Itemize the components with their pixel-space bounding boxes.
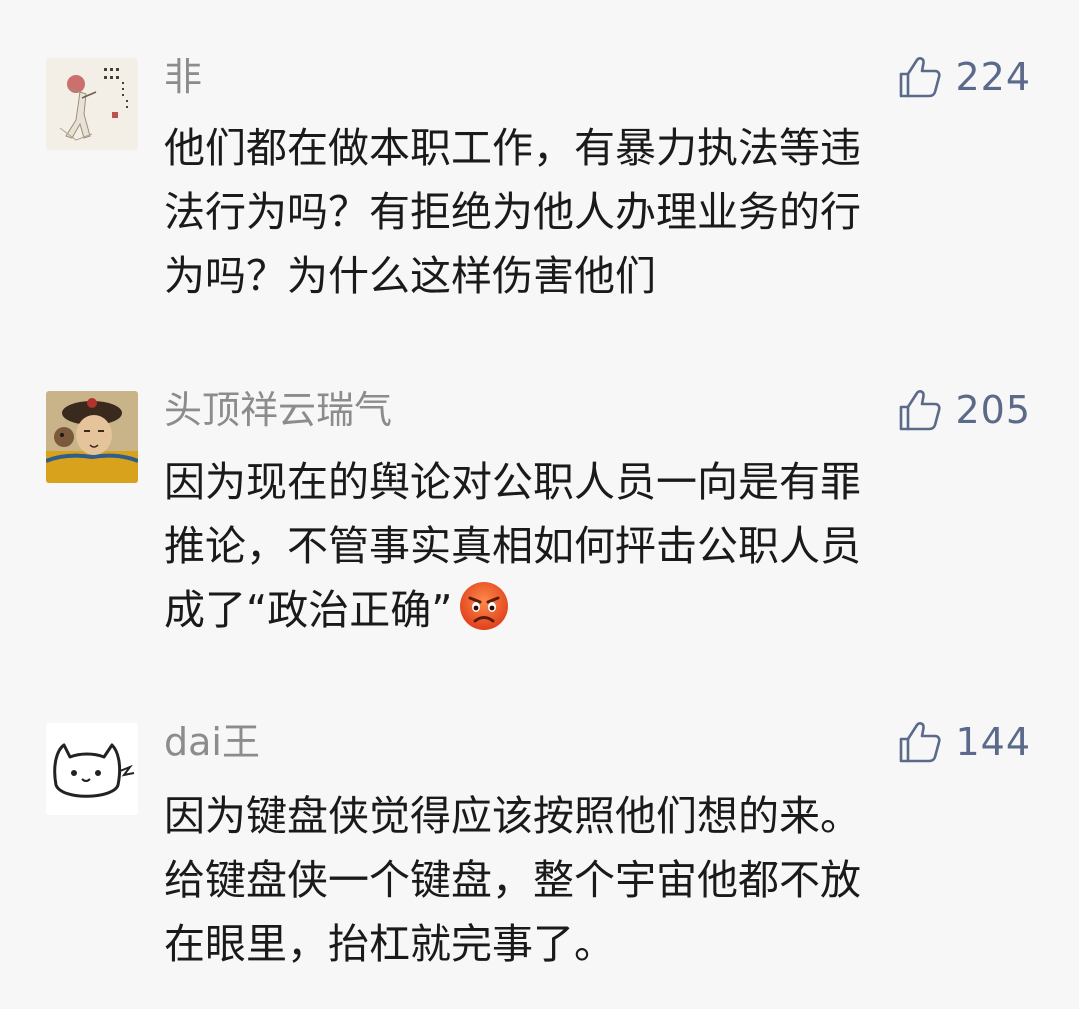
comment-text: 因为键盘侠觉得应该按照他们想的来。 给键盘侠一个键盘，整个宇宙他都不放 在眼里，… [164,784,1004,976]
comment-text: 因为现在的舆论对公职人员一向是有罪 推论，不管事实真相如何抨击公职人员 成了“政… [164,450,1004,642]
avatar[interactable] [46,58,138,150]
angry-face-icon [460,582,509,630]
avatar[interactable] [46,723,138,815]
thumbs-up-icon [900,722,942,763]
comment-line: 法行为吗？有拒绝为他人办理业务的行 [164,188,861,236]
thumbs-up-icon [900,390,942,431]
thumbs-up-icon [900,57,942,98]
cat-avatar-image [46,723,138,815]
comment-line: 因为键盘侠觉得应该按照他们想的来。 [164,792,861,840]
comment-line: 成了“政治正确” [164,578,1004,642]
like-button[interactable]: 144 [897,719,1031,765]
comment-line: 给键盘侠一个键盘，整个宇宙他都不放 [164,856,861,904]
comment-line: 为吗？为什么这样伤害他们 [164,252,656,300]
comment-text: 他们都在做本职工作，有暴力执法等违 法行为吗？有拒绝为他人办理业务的行 为吗？为… [164,116,1004,308]
comment-line: 在眼里，抬杠就完事了。 [164,920,615,968]
like-count: 224 [955,55,1031,99]
comment-author[interactable]: 非 [164,54,202,100]
comment-author[interactable]: dai王 [164,719,260,765]
avatar[interactable] [46,391,138,483]
like-button[interactable]: 205 [897,387,1031,433]
calligraphy-figure-avatar-image [46,58,138,150]
comment-line-text: 成了“政治正确” [164,586,453,634]
comment-line: 他们都在做本职工作，有暴力执法等违 [164,124,861,172]
comment-author[interactable]: 头顶祥云瑞气 [164,387,392,433]
like-button[interactable]: 224 [897,54,1031,100]
like-count: 205 [955,388,1031,432]
emperor-portrait-avatar-image [46,391,138,483]
comment-line: 推论，不管事实真相如何抨击公职人员 [164,522,861,570]
like-count: 144 [955,720,1031,764]
comment-line: 因为现在的舆论对公职人员一向是有罪 [164,458,861,506]
